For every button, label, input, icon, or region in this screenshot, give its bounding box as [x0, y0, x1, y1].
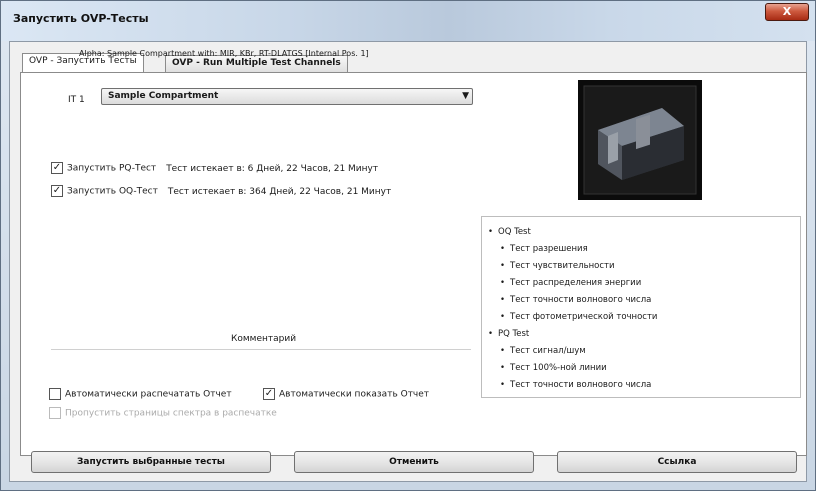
list-item: • Тест фотометрической точности [500, 312, 658, 322]
run-selected-tests-button[interactable]: Запустить выбранные тесты [31, 451, 271, 473]
list-item: • Тест чувствительности [500, 261, 615, 271]
test-list-panel: • OQ Test • Тест разрешения • Тест чувствит… [481, 216, 801, 398]
close-button[interactable]: X [765, 3, 809, 21]
auto-show-label: Автоматически показать Отчет [279, 389, 430, 400]
instrument-image [578, 80, 702, 200]
list-item: • Тест точности волнового числа [500, 295, 652, 305]
comment-label: Комментарий [231, 334, 297, 344]
list-item: • PQ Test [488, 329, 530, 339]
run-oq-test-checkbox[interactable]: ✓ [51, 185, 63, 197]
window-title: Запустить OVP-Тесты [13, 12, 149, 25]
list-item: • Тест распределения энергии [500, 278, 642, 288]
run-oq-test-row: ✓ Запустить OQ-Тест Тест истекает в: 364 Д… [51, 185, 391, 197]
compartment-select-value: Sample Compartment [108, 91, 219, 101]
title-bar[interactable]: Запустить OVP-Тесты X [1, 1, 815, 41]
chevron-down-icon: ▼ [462, 91, 469, 101]
cancel-button[interactable]: Отменить [294, 451, 534, 473]
list-item: • OQ Test [488, 227, 531, 237]
list-item: • Тест сигнал/шум [500, 346, 586, 356]
list-item: • Тест разрешения [500, 244, 588, 254]
auto-print-label: Автоматически распечатать Отчет [65, 389, 232, 400]
compartment-info-text: Alpha: Sample Compartment with: MIR, KBr… [79, 49, 369, 58]
dialog-window: Запустить OVP-Тесты X OVP - Запустить Те… [0, 0, 816, 491]
auto-show-checkbox[interactable]: ✓ [263, 388, 275, 400]
skip-spectra-option: Пропустить страницы спектра в распечатке [49, 407, 277, 419]
oq-test-expiry: Тест истекает в: 364 Дней, 22 Часов, 21 … [167, 186, 392, 197]
it-label: IT 1 [68, 95, 85, 105]
help-link-button[interactable]: Ссылка [557, 451, 797, 473]
pq-test-expiry: Тест истекает в: 6 Дней, 22 Часов, 21 Ми… [166, 163, 379, 174]
compartment-select[interactable]: Sample Compartment ▼ [101, 88, 473, 105]
spectrometer-icon [578, 80, 702, 200]
skip-spectra-checkbox[interactable] [49, 407, 61, 419]
list-item: • Тест точности волнового числа [500, 380, 652, 390]
comment-divider [51, 349, 471, 350]
run-pq-test-row: ✓ Запустить PQ-Тест Тест истекает в: 6 Дне… [51, 162, 378, 174]
list-item: • Тест 100%-ной линии [500, 363, 607, 373]
auto-show-option: ✓ Автоматически показать Отчет [263, 388, 429, 400]
auto-print-checkbox[interactable] [49, 388, 61, 400]
auto-print-option: Автоматически распечатать Отчет [49, 388, 232, 400]
run-oq-test-label: Запустить OQ-Тест [67, 186, 158, 197]
skip-spectra-label: Пропустить страницы спектра в распечатке [65, 408, 277, 419]
run-pq-test-checkbox[interactable]: ✓ [51, 162, 63, 174]
run-pq-test-label: Запустить PQ-Тест [67, 163, 157, 174]
